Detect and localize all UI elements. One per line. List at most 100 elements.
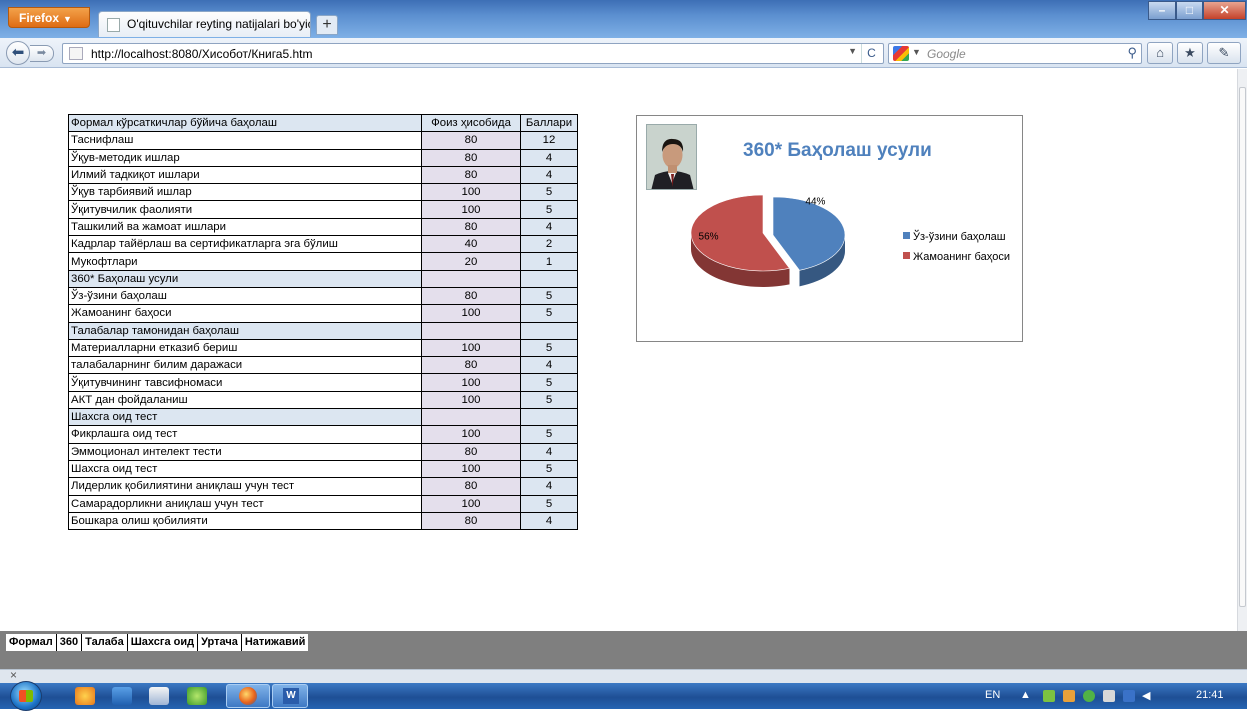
- url-bar[interactable]: http://localhost:8080/Хисобот/Книга5.htm…: [62, 43, 884, 64]
- row-percent: [421, 408, 521, 427]
- teacher-photo: [646, 124, 697, 190]
- scrollbar-thumb[interactable]: [1239, 87, 1246, 607]
- google-engine-icon[interactable]: [893, 46, 909, 61]
- url-text: http://localhost:8080/Хисобот/Книга5.htm: [91, 47, 313, 61]
- row-score: 5: [520, 425, 578, 444]
- row-label: Мукофтлари: [68, 252, 422, 271]
- row-score: 5: [520, 200, 578, 219]
- table-row: Мукофтлари 20 1: [68, 252, 578, 271]
- clock[interactable]: 21:41: [1196, 689, 1224, 701]
- row-label: Материалларни етказиб бериш: [68, 338, 422, 358]
- firefox-menu-button[interactable]: Firefox ▼: [8, 7, 90, 28]
- page-content: Формал кўрсаткичлар бўйича баҳолаш Фоиз …: [0, 69, 1237, 631]
- word-icon: W: [283, 688, 299, 704]
- header-percent: Фоиз ҳисобида: [421, 113, 521, 133]
- media-player-taskbar-icon[interactable]: [112, 687, 132, 705]
- row-percent: 100: [421, 200, 521, 219]
- row-label: Жамоанинг баҳоси: [68, 304, 422, 323]
- table-row: талабаларнинг билим даражаси 80 4: [68, 356, 578, 375]
- legend-item: Жамоанинг баҳоси: [903, 251, 1010, 271]
- table-section-row: 360* Баҳолаш усули: [68, 269, 578, 288]
- browser-taskbar-icon[interactable]: [187, 687, 207, 705]
- row-score: 1: [520, 252, 578, 271]
- table-section-row: Шахсга оид тест: [68, 408, 578, 427]
- search-placeholder: Google: [927, 47, 966, 61]
- table-section-row: Талабалар тамонидан баҳолаш: [68, 321, 578, 340]
- legend-item: Ўз-ўзини баҳолаш: [903, 231, 1010, 251]
- row-score: 5: [520, 338, 578, 358]
- header-score: Баллари: [520, 113, 578, 133]
- minimize-button[interactable]: –: [1148, 1, 1176, 20]
- table-row: Бошкара олиш қобилияти 80 4: [68, 511, 578, 531]
- start-button[interactable]: [10, 681, 42, 711]
- firefox-taskbar-button[interactable]: [226, 684, 270, 708]
- table-row: Ўқув-методик ишлар 80 4: [68, 148, 578, 167]
- table-row: Лидерлик қобилиятини аниқлаш учун тест 80…: [68, 477, 578, 496]
- show-hidden-icons[interactable]: ▲: [1020, 689, 1031, 701]
- home-button[interactable]: ⌂: [1147, 42, 1173, 64]
- table-row: Шахсга оид тест 100 5: [68, 459, 578, 479]
- row-score: 4: [520, 356, 578, 375]
- row-label: Ўқув-методик ишлар: [68, 148, 422, 167]
- sheet-tab[interactable]: Натижавий: [242, 634, 309, 651]
- search-icon[interactable]: ⚲: [1127, 45, 1137, 61]
- row-label: Шахсга оид тест: [68, 408, 422, 427]
- table-header-row: Формал кўрсаткичлар бўйича баҳолаш Фоиз …: [68, 113, 578, 133]
- table-row: АКТ дан фойдаланиш 100 5: [68, 390, 578, 410]
- row-label: АКТ дан фойдаланиш: [68, 390, 422, 410]
- volume-icon[interactable]: ◀: [1142, 689, 1150, 702]
- chrome-taskbar-icon[interactable]: [75, 687, 95, 705]
- maximize-button[interactable]: □: [1176, 1, 1203, 20]
- legend-swatch: [903, 232, 910, 239]
- browser-tab-active[interactable]: O'qituvchilar reyting natijalari bo'yich…: [98, 11, 311, 37]
- table-row: Кадрлар тайёрлаш ва сертификатларга эга …: [68, 235, 578, 254]
- vertical-scrollbar[interactable]: [1237, 69, 1247, 631]
- table-row: Таснифлаш 80 12: [68, 131, 578, 150]
- page-favicon-icon: [107, 18, 120, 32]
- sheet-tab[interactable]: Талаба: [82, 634, 128, 651]
- back-button[interactable]: ⬅: [6, 41, 30, 65]
- tray-network-icon[interactable]: [1103, 690, 1115, 702]
- close-window-button[interactable]: ✕: [1203, 1, 1246, 20]
- sheet-tab[interactable]: Шахсга оид: [128, 634, 199, 651]
- row-score: 4: [520, 477, 578, 496]
- row-label: Ўқув тарбиявий ишлар: [68, 183, 422, 202]
- tray-update-icon[interactable]: [1063, 690, 1075, 702]
- site-identity-icon: [69, 47, 83, 60]
- legend-label: Ўз-ўзини баҳолаш: [913, 231, 1006, 243]
- language-indicator[interactable]: EN: [985, 689, 1000, 701]
- reload-button[interactable]: C: [861, 44, 881, 63]
- firefox-icon: [239, 687, 257, 705]
- table-row: Илмий тадкиқот ишлари 80 4: [68, 165, 578, 185]
- search-box[interactable]: ▼ Google ⚲: [888, 43, 1142, 64]
- tab-title: O'qituvchilar reyting natijalari bo'yich…: [127, 17, 310, 31]
- row-score: 4: [520, 217, 578, 237]
- forward-button[interactable]: ➡: [30, 45, 54, 62]
- tray-check-icon[interactable]: [1083, 690, 1095, 702]
- addon-toolbar-button[interactable]: ✎: [1207, 42, 1241, 64]
- row-score: 5: [520, 459, 578, 479]
- word-taskbar-button[interactable]: W: [272, 684, 308, 708]
- close-findbar-icon[interactable]: ×: [10, 668, 17, 682]
- row-label: Фикрлашга оид тест: [68, 425, 422, 444]
- row-label: Ўқитувчининг тавсифномаси: [68, 373, 422, 392]
- tray-display-icon[interactable]: [1123, 690, 1135, 702]
- table-row: Ўқув тарбиявий ишлар 100 5: [68, 183, 578, 202]
- bookmarks-button[interactable]: ★: [1177, 42, 1203, 64]
- sheet-tab[interactable]: Уртача: [198, 634, 242, 651]
- row-score: [520, 269, 578, 288]
- sheet-tab[interactable]: 360: [57, 634, 83, 651]
- row-score: 12: [520, 131, 578, 150]
- row-percent: 80: [421, 131, 521, 150]
- chart-panel: 360* Баҳолаш усули 44% 56% Ўз-ўзини баҳол…: [636, 115, 1023, 342]
- url-history-dropdown-icon[interactable]: ▼: [848, 46, 857, 56]
- row-label: Илмий тадкиқот ишлари: [68, 165, 422, 185]
- new-tab-button[interactable]: +: [316, 15, 338, 35]
- sheet-tab[interactable]: Формал: [6, 634, 57, 651]
- explorer-taskbar-icon[interactable]: [149, 687, 169, 705]
- row-percent: [421, 269, 521, 288]
- tray-app-icon[interactable]: [1043, 690, 1055, 702]
- row-percent: 100: [421, 373, 521, 392]
- search-engine-dropdown-icon[interactable]: ▼: [912, 47, 921, 57]
- pie-data-label: 44%: [805, 197, 825, 208]
